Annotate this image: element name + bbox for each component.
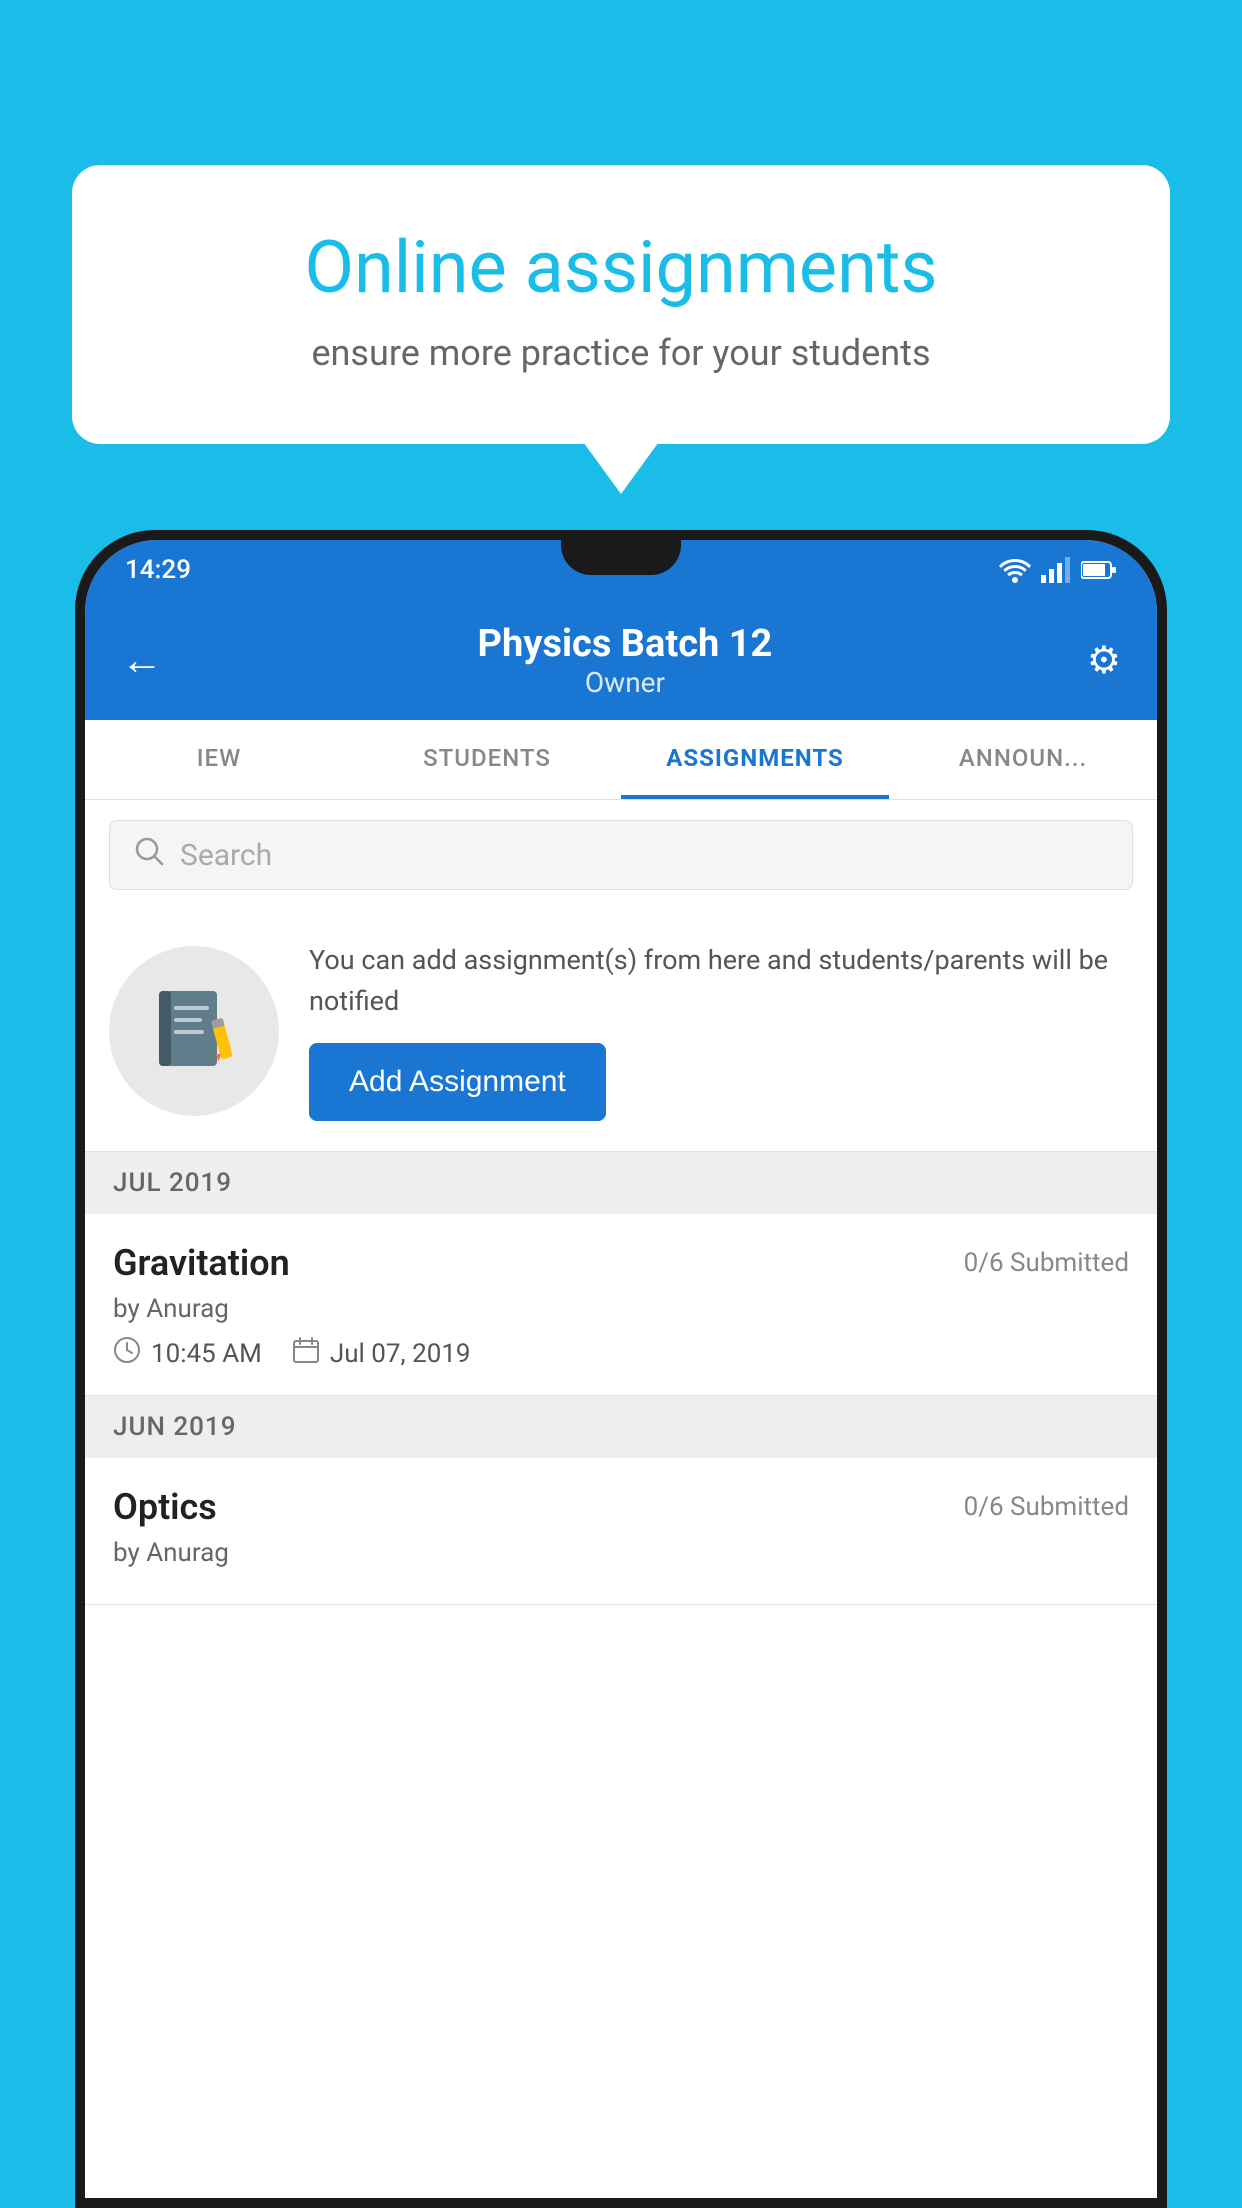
clock-icon: [113, 1336, 141, 1371]
section-header-jun: JUN 2019: [85, 1396, 1157, 1458]
assignment-item-gravitation[interactable]: Gravitation 0/6 Submitted by Anurag 10:4…: [85, 1214, 1157, 1396]
notebook-icon: [149, 986, 239, 1076]
assignment-optics-submitted: 0/6 Submitted: [964, 1492, 1129, 1522]
section-header-jul: JUL 2019: [85, 1152, 1157, 1214]
signal-icon: [1041, 557, 1071, 583]
add-assignment-content: You can add assignment(s) from here and …: [309, 940, 1133, 1121]
app-bar-title: Physics Batch 12: [478, 622, 773, 666]
assignment-item-header: Gravitation 0/6 Submitted: [113, 1242, 1129, 1284]
assignment-optics-name: Optics: [113, 1486, 217, 1528]
notch: [561, 540, 681, 575]
tab-students[interactable]: STUDENTS: [353, 720, 621, 799]
wifi-icon: [999, 557, 1031, 583]
tab-bar: IEW STUDENTS ASSIGNMENTS ANNOUN...: [85, 720, 1157, 800]
speech-bubble-subtitle: ensure more practice for your students: [142, 332, 1100, 374]
phone-inner: 14:29: [85, 540, 1157, 2198]
add-assignment-section: You can add assignment(s) from here and …: [85, 910, 1157, 1152]
assignment-meta: 10:45 AM Jul 07, 2019: [113, 1336, 1129, 1371]
assignment-author: by Anurag: [113, 1294, 1129, 1324]
settings-button[interactable]: ⚙: [1087, 638, 1121, 683]
speech-bubble-title: Online assignments: [142, 225, 1100, 310]
status-time: 14:29: [125, 555, 191, 585]
assignment-time: 10:45 AM: [113, 1336, 262, 1371]
tab-iew[interactable]: IEW: [85, 720, 353, 799]
add-assignment-description: You can add assignment(s) from here and …: [309, 940, 1133, 1021]
status-icons: [999, 557, 1117, 583]
tab-announcements[interactable]: ANNOUN...: [889, 720, 1157, 799]
search-container: Search: [85, 800, 1157, 910]
search-icon: [134, 836, 164, 874]
search-bar[interactable]: Search: [109, 820, 1133, 890]
assignment-date: Jul 07, 2019: [292, 1336, 471, 1371]
app-bar-subtitle: Owner: [478, 666, 773, 699]
add-assignment-button[interactable]: Add Assignment: [309, 1043, 606, 1121]
back-button[interactable]: ←: [121, 636, 163, 685]
search-placeholder: Search: [180, 838, 272, 873]
status-bar: 14:29: [85, 540, 1157, 600]
assignment-name: Gravitation: [113, 1242, 290, 1284]
app-bar: ← Physics Batch 12 Owner ⚙: [85, 600, 1157, 720]
tab-assignments[interactable]: ASSIGNMENTS: [621, 720, 889, 799]
assignment-time-value: 10:45 AM: [151, 1339, 262, 1369]
assignment-submitted: 0/6 Submitted: [964, 1248, 1129, 1278]
app-bar-title-group: Physics Batch 12 Owner: [478, 622, 773, 699]
phone-frame: 14:29: [75, 530, 1167, 2208]
calendar-icon: [292, 1336, 320, 1371]
speech-bubble: Online assignments ensure more practice …: [72, 165, 1170, 444]
assignment-icon-circle: [109, 946, 279, 1116]
assignment-optics-author: by Anurag: [113, 1538, 1129, 1568]
assignment-date-value: Jul 07, 2019: [330, 1339, 471, 1369]
battery-icon: [1081, 560, 1117, 580]
assignment-item-optics-header: Optics 0/6 Submitted: [113, 1486, 1129, 1528]
assignment-item-optics[interactable]: Optics 0/6 Submitted by Anurag: [85, 1458, 1157, 1605]
